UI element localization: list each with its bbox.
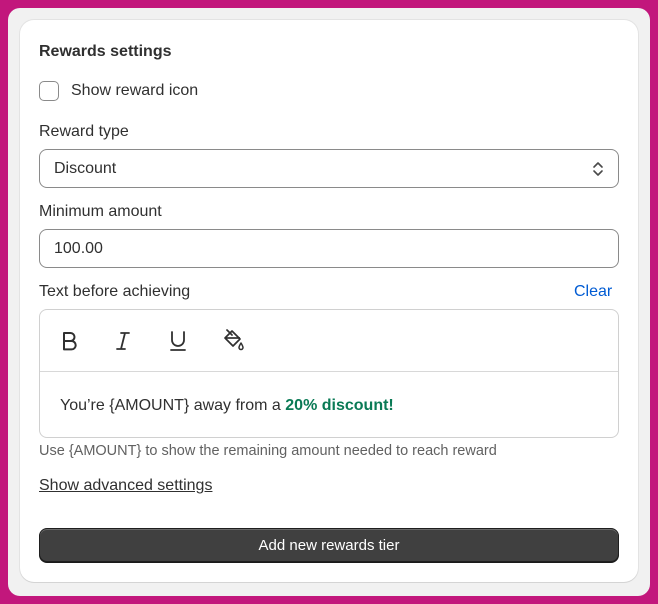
show-reward-icon-label[interactable]: Show reward icon xyxy=(71,82,198,100)
show-advanced-settings-link[interactable]: Show advanced settings xyxy=(39,477,212,495)
select-chevron-icon xyxy=(593,162,603,176)
clear-link[interactable]: Clear xyxy=(574,283,612,301)
reward-type-label: Reward type xyxy=(39,123,129,140)
editor-content-prefix: You’re {AMOUNT} away from a xyxy=(60,397,286,414)
bold-icon[interactable] xyxy=(54,326,84,356)
italic-icon[interactable] xyxy=(108,326,138,356)
show-reward-icon-row[interactable]: Show reward icon xyxy=(39,81,198,101)
editor-content[interactable]: You’re {AMOUNT} away from a 20% discount… xyxy=(60,397,394,415)
editor-content-highlight: 20% discount! xyxy=(285,397,394,414)
reward-type-value: Discount xyxy=(54,159,117,177)
rich-text-editor[interactable]: You’re {AMOUNT} away from a 20% discount… xyxy=(39,309,619,438)
editor-toolbar xyxy=(40,310,618,372)
minimum-amount-label: Minimum amount xyxy=(39,203,162,220)
paint-bucket-icon[interactable] xyxy=(218,326,248,356)
underline-icon[interactable] xyxy=(163,326,193,356)
help-text: Use {AMOUNT} to show the remaining amoun… xyxy=(39,443,497,459)
reward-type-select[interactable]: Discount xyxy=(39,149,619,188)
text-before-label: Text before achieving xyxy=(39,283,191,300)
section-title: Rewards settings xyxy=(39,43,172,60)
minimum-amount-input[interactable] xyxy=(39,229,619,268)
rewards-settings-card xyxy=(20,20,638,582)
show-reward-icon-checkbox[interactable] xyxy=(39,81,59,101)
add-rewards-tier-button[interactable]: Add new rewards tier xyxy=(39,528,619,562)
